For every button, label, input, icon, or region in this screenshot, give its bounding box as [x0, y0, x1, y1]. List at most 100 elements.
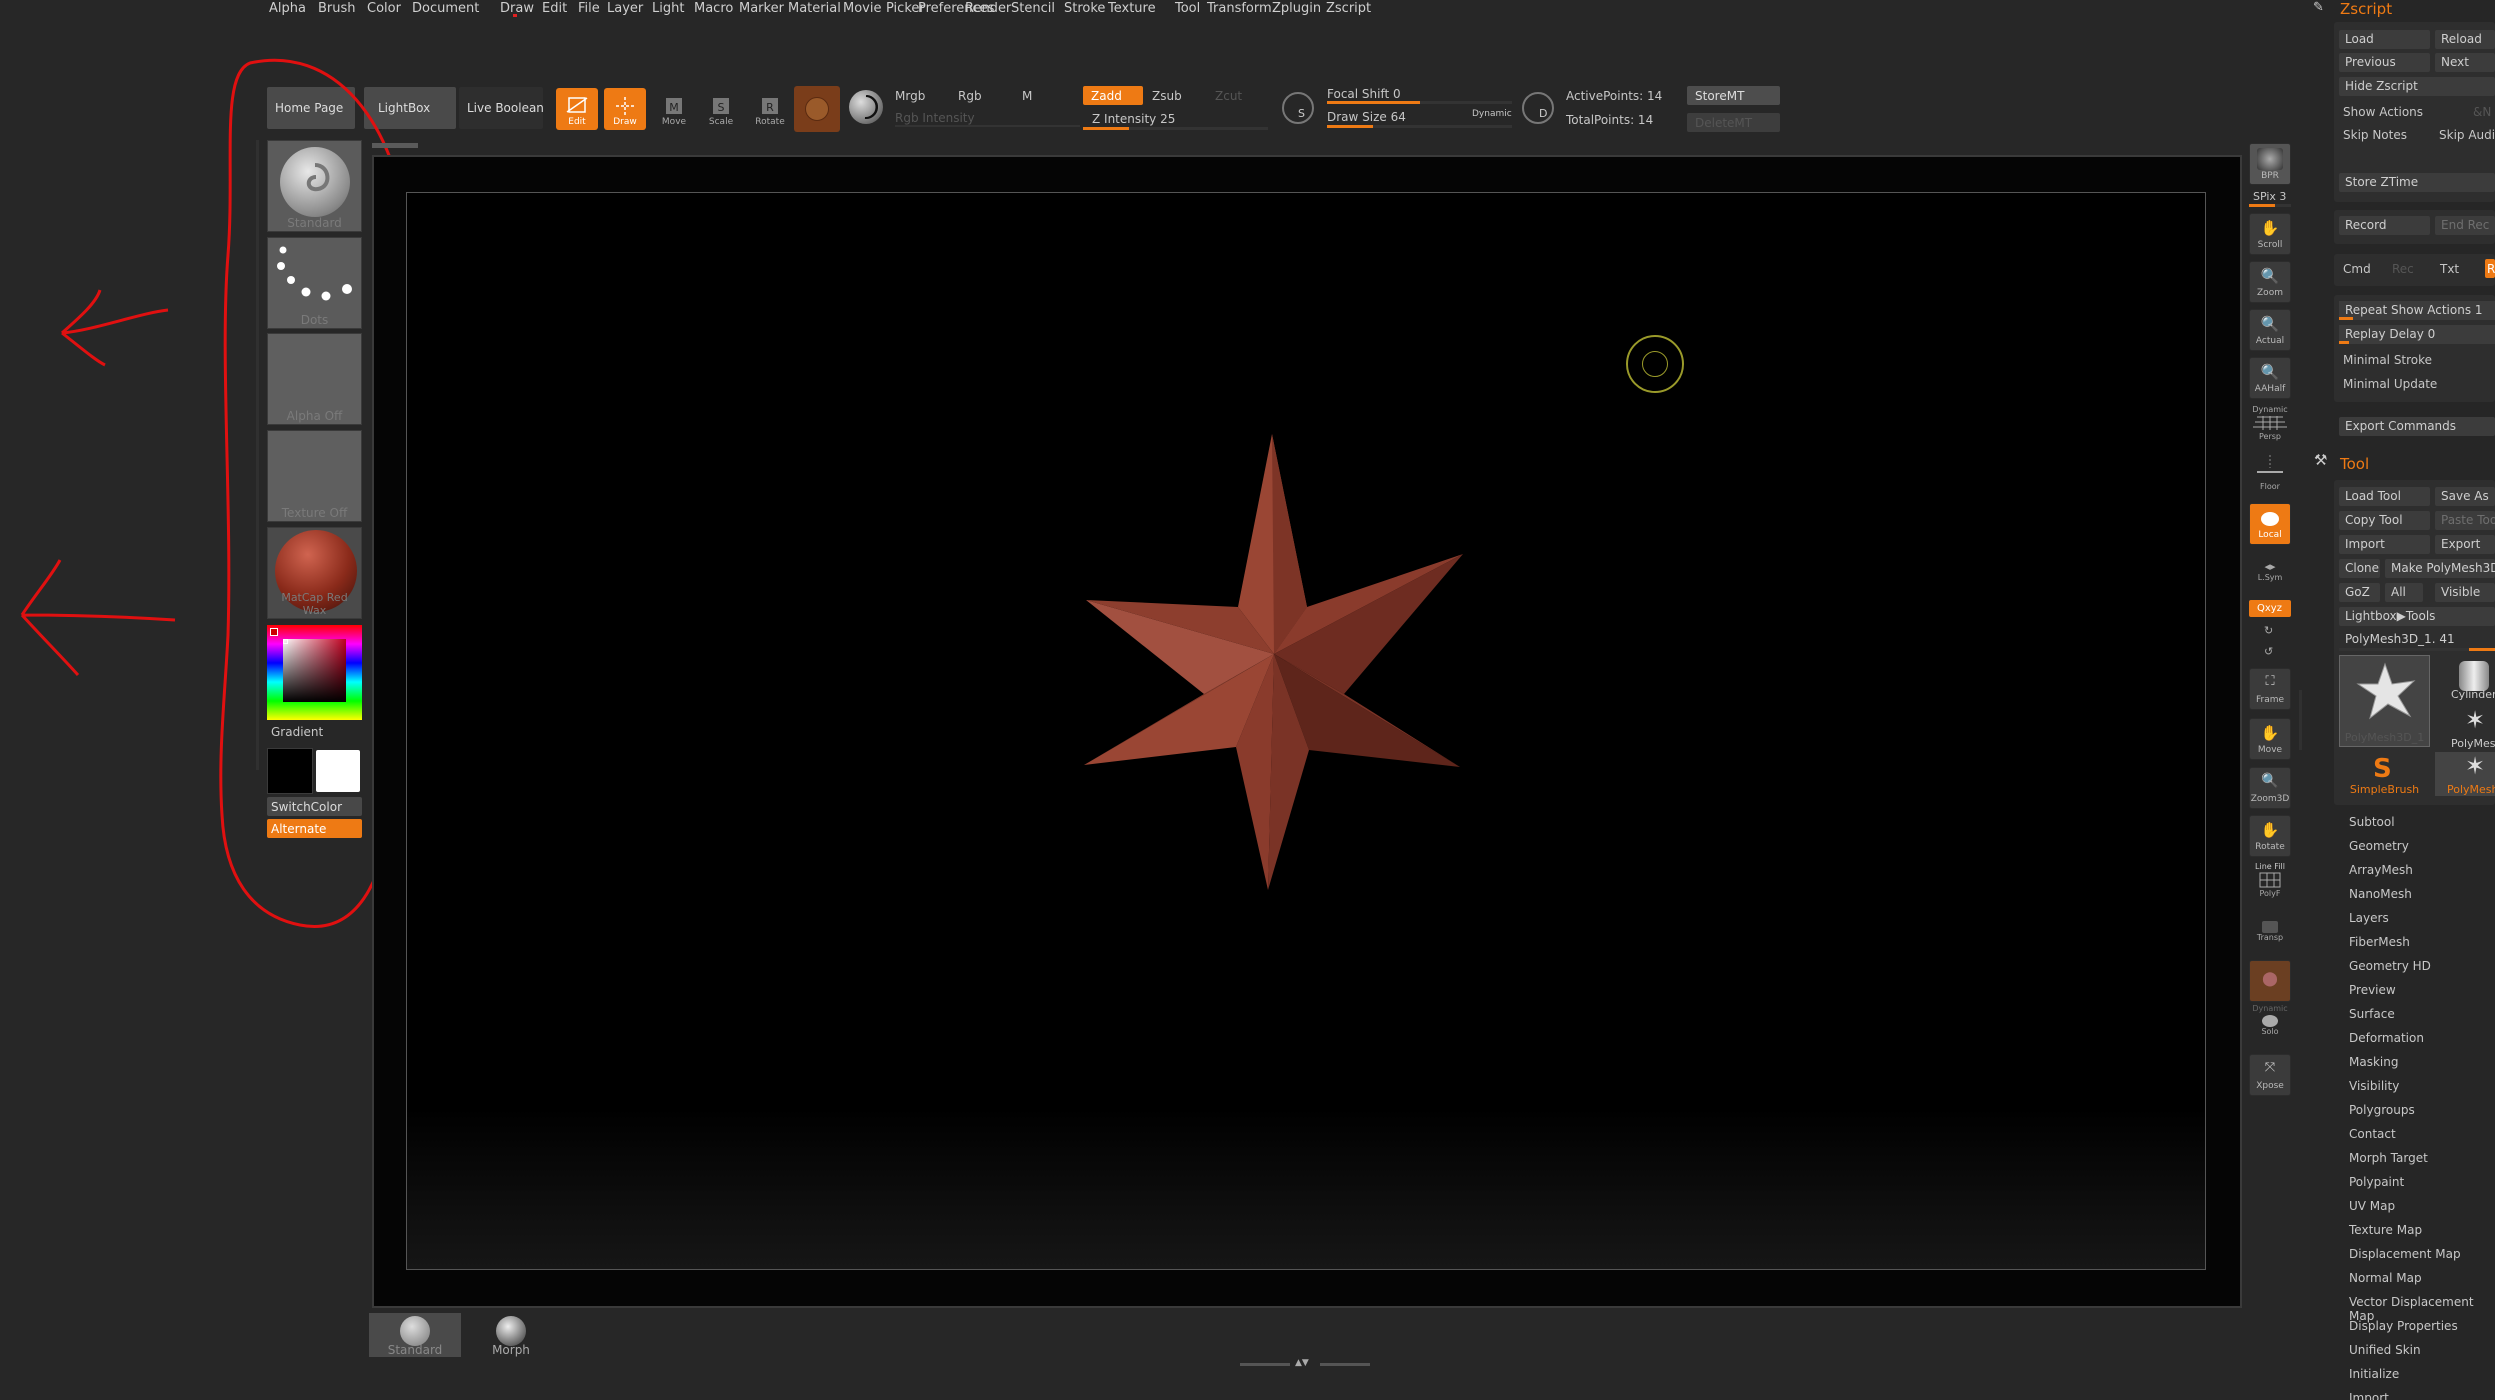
- tool-thumb-polymesh-2[interactable]: ✶ PolyMesh: [2435, 752, 2495, 796]
- draw-size-slider[interactable]: Draw Size 64: [1327, 110, 1406, 124]
- subpalette-polygroups[interactable]: Polygroups: [2349, 1103, 2415, 1117]
- menu-stroke[interactable]: Stroke: [1064, 0, 1105, 18]
- subpalette-unified-skin[interactable]: Unified Skin: [2349, 1343, 2421, 1357]
- focal-shift-slider[interactable]: Focal Shift 0: [1327, 87, 1401, 101]
- tool-thumb-polymesh[interactable]: ✶ PolyMesh: [2435, 704, 2495, 750]
- menu-render[interactable]: Render: [965, 0, 1011, 18]
- deletemt-button[interactable]: DeleteMT: [1687, 113, 1780, 132]
- rgb-intensity-slider[interactable]: Rgb Intensity: [895, 111, 975, 125]
- menu-texture[interactable]: Texture: [1108, 0, 1156, 18]
- zscript-next-button[interactable]: Next: [2435, 53, 2495, 72]
- tool-thumb-polymesh-active[interactable]: PolyMesh3D_1: [2339, 655, 2430, 747]
- local-button[interactable]: Local: [2249, 503, 2291, 545]
- zadd-button[interactable]: Zadd: [1083, 86, 1143, 105]
- subpalette-layers[interactable]: Layers: [2349, 911, 2389, 925]
- xpose-button[interactable]: ⤧ Xpose: [2249, 1054, 2291, 1096]
- subpalette-fibermesh[interactable]: FiberMesh: [2349, 935, 2410, 949]
- replay-delay-slider[interactable]: Replay Delay 0: [2339, 325, 2495, 344]
- subpalette-geometry[interactable]: Geometry: [2349, 839, 2409, 853]
- menu-tool[interactable]: Tool: [1175, 0, 1200, 18]
- menu-zscript[interactable]: Zscript: [1326, 0, 1371, 18]
- menu-material[interactable]: Material: [788, 0, 841, 18]
- menu-document[interactable]: Document: [412, 0, 479, 18]
- paste-tool-button[interactable]: Paste Tool: [2435, 511, 2495, 530]
- polyf-button[interactable]: Line Fill PolyF: [2249, 862, 2291, 904]
- menu-zplugin[interactable]: Zplugin: [1272, 0, 1321, 18]
- mrgb-button[interactable]: Mrgb: [895, 89, 925, 103]
- material-swatch-button[interactable]: [794, 86, 840, 132]
- menu-stencil[interactable]: Stencil: [1011, 0, 1055, 18]
- edit-button[interactable]: Edit: [556, 88, 598, 130]
- subpalette-import[interactable]: Import: [2349, 1391, 2389, 1400]
- store-ztime-button[interactable]: Store ZTime: [2339, 173, 2495, 192]
- subpalette-polypaint[interactable]: Polypaint: [2349, 1175, 2404, 1189]
- bottom-morph-brush[interactable]: Morph: [465, 1313, 557, 1357]
- transp-button[interactable]: Transp: [2249, 915, 2291, 955]
- lsym-button[interactable]: ◂▸ L.Sym: [2249, 560, 2291, 590]
- subpalette-displacement-map[interactable]: Displacement Map: [2349, 1247, 2461, 1261]
- bottom-standard-brush[interactable]: Standard: [369, 1313, 461, 1357]
- rotate-axis-icon-1[interactable]: ↻: [2264, 624, 2273, 637]
- hide-zscript-button[interactable]: Hide Zscript: [2339, 77, 2495, 96]
- subpalette-initialize[interactable]: Initialize: [2349, 1367, 2399, 1381]
- subpalette-deformation[interactable]: Deformation: [2349, 1031, 2424, 1045]
- rotate-button[interactable]: R Rotate: [749, 88, 791, 130]
- zscript-previous-button[interactable]: Previous: [2339, 53, 2430, 72]
- record-button[interactable]: Record: [2339, 216, 2430, 235]
- menu-layer[interactable]: Layer: [607, 0, 643, 18]
- live-boolean-button[interactable]: Live Boolean: [459, 87, 543, 129]
- menu-draw[interactable]: Draw: [500, 0, 534, 18]
- subpalette-visibility[interactable]: Visibility: [2349, 1079, 2399, 1093]
- bottom-shelf-collapse-handle[interactable]: ▲▼: [1240, 1358, 1370, 1368]
- move-button[interactable]: M Move: [653, 88, 695, 130]
- current-tool-slider[interactable]: PolyMesh3D_1. 41: [2339, 630, 2495, 649]
- storemt-button[interactable]: StoreMT: [1687, 86, 1780, 105]
- xyz-button[interactable]: Qxyz: [2249, 600, 2291, 617]
- lazy-mouse-button[interactable]: S: [1282, 92, 1314, 124]
- ghost-button[interactable]: ⬤: [2249, 960, 2291, 1002]
- scale-button[interactable]: S Scale: [700, 88, 742, 130]
- backface-mask-button[interactable]: D: [1522, 92, 1554, 124]
- menu-alpha[interactable]: Alpha: [269, 0, 306, 18]
- subpalette-uv-map[interactable]: UV Map: [2349, 1199, 2395, 1213]
- clone-button[interactable]: Clone: [2339, 559, 2380, 578]
- subpalette-surface[interactable]: Surface: [2349, 1007, 2395, 1021]
- cmd-button[interactable]: Cmd: [2343, 262, 2371, 276]
- menu-light[interactable]: Light: [652, 0, 684, 18]
- goz-button[interactable]: GoZ: [2339, 583, 2380, 602]
- import-button[interactable]: Import: [2339, 535, 2430, 554]
- rotate-view-button[interactable]: ✋ Rotate: [2249, 815, 2291, 857]
- menu-transform[interactable]: Transform: [1207, 0, 1272, 18]
- tool-thumb-simplebrush[interactable]: S SimpleBrush: [2339, 752, 2430, 796]
- actual-button[interactable]: 🔍 Actual: [2249, 309, 2291, 351]
- m-button[interactable]: M: [1022, 89, 1032, 103]
- zoom-button[interactable]: 🔍 Zoom: [2249, 261, 2291, 303]
- dynamic-toggle[interactable]: Dynamic: [1472, 109, 1512, 119]
- right-shelf-collapse-handle[interactable]: [2299, 690, 2302, 750]
- tool-menu-icon[interactable]: ⚒: [2314, 451, 2327, 469]
- txt-button[interactable]: Txt: [2440, 262, 2459, 276]
- all-button[interactable]: All: [2385, 583, 2423, 602]
- r-button[interactable]: R: [2485, 259, 2495, 278]
- zscript-title[interactable]: Zscript: [2340, 0, 2392, 18]
- subpalette-preview[interactable]: Preview: [2349, 983, 2396, 997]
- viewport[interactable]: [372, 155, 2242, 1308]
- lightbox-tools-button[interactable]: Lightbox▶Tools: [2339, 607, 2495, 626]
- zscript-load-button[interactable]: Load: [2339, 30, 2430, 49]
- subpalette-masking[interactable]: Masking: [2349, 1055, 2398, 1069]
- make-polymesh-button[interactable]: Make PolyMesh3D: [2385, 559, 2495, 578]
- zoom3d-button[interactable]: 🔍 Zoom3D: [2249, 767, 2291, 809]
- draw-button[interactable]: Draw: [604, 88, 646, 130]
- subpalette-arraymesh[interactable]: ArrayMesh: [2349, 863, 2413, 877]
- zsub-button[interactable]: Zsub: [1152, 89, 1182, 103]
- save-as-button[interactable]: Save As: [2435, 487, 2495, 506]
- menu-marker[interactable]: Marker: [739, 0, 784, 18]
- frame-button[interactable]: ⛶ Frame: [2249, 668, 2291, 710]
- subpalette-normal-map[interactable]: Normal Map: [2349, 1271, 2422, 1285]
- repeat-show-actions-slider[interactable]: Repeat Show Actions 1: [2339, 301, 2495, 320]
- star-mesh[interactable]: [1074, 432, 1474, 892]
- aahalf-button[interactable]: 🔍 AAHalf: [2249, 357, 2291, 399]
- subpalette-display-properties[interactable]: Display Properties: [2349, 1319, 2458, 1333]
- minimal-stroke-toggle[interactable]: Minimal Stroke: [2343, 353, 2432, 367]
- bpr-button[interactable]: BPR: [2249, 143, 2291, 185]
